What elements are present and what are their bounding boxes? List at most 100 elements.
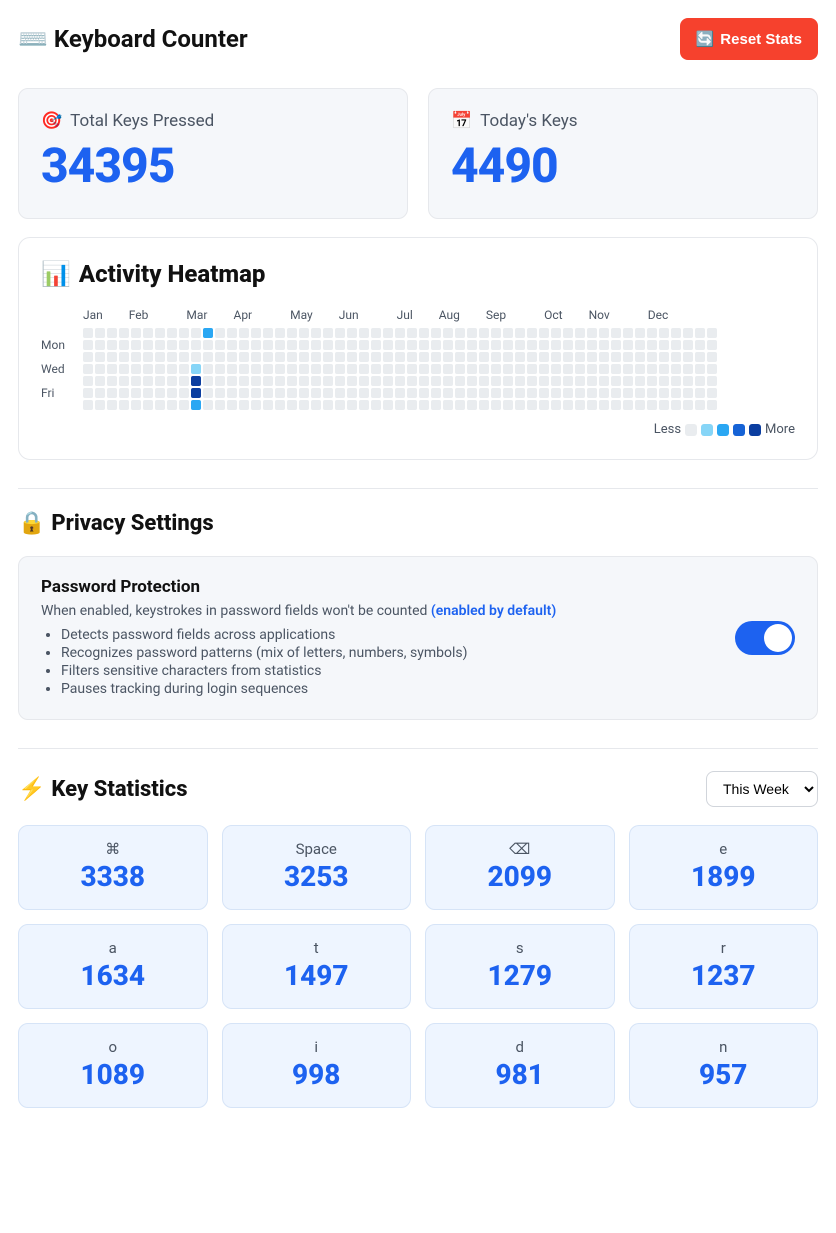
heatmap-cell	[659, 340, 669, 350]
heatmap-cell	[143, 340, 153, 350]
heatmap-cell	[119, 400, 129, 410]
heatmap-day-label: Fri	[41, 388, 83, 398]
heatmap-week	[311, 328, 321, 410]
heatmap-cell	[347, 352, 357, 362]
heatmap-cell	[527, 400, 537, 410]
lock-icon: 🔒	[18, 511, 45, 536]
heatmap-week	[407, 328, 417, 410]
heatmap-cell	[395, 340, 405, 350]
key-name: d	[436, 1038, 604, 1056]
heatmap-cell	[647, 352, 657, 362]
heatmap-cell	[623, 352, 633, 362]
total-keys-label: Total Keys Pressed	[70, 111, 214, 131]
heatmap-cell	[683, 352, 693, 362]
heatmap-cell	[527, 376, 537, 386]
heatmap-cell	[443, 352, 453, 362]
heatmap-cell	[215, 376, 225, 386]
heatmap-cell	[695, 340, 705, 350]
heatmap-cell	[311, 388, 321, 398]
keystats-range-select[interactable]: This Week	[706, 771, 818, 807]
heatmap-cell	[359, 340, 369, 350]
heatmap-cell	[407, 400, 417, 410]
heatmap-cell	[491, 388, 501, 398]
heatmap-cell	[83, 376, 93, 386]
heatmap-cell	[443, 340, 453, 350]
heatmap-cell	[659, 400, 669, 410]
heatmap-cell	[83, 328, 93, 338]
heatmap-cell	[695, 400, 705, 410]
key-count: 1279	[436, 959, 604, 992]
key-count: 1899	[640, 860, 808, 893]
heatmap-cell	[119, 364, 129, 374]
heatmap-cell	[635, 352, 645, 362]
heatmap-cell	[227, 400, 237, 410]
key-card: d981	[425, 1023, 615, 1108]
heatmap-cell	[515, 376, 525, 386]
heatmap-cell	[515, 352, 525, 362]
heatmap-cell	[503, 388, 513, 398]
heatmap-week	[431, 328, 441, 410]
heatmap-cell	[683, 328, 693, 338]
heatmap-week	[419, 328, 429, 410]
heatmap-week	[707, 328, 717, 410]
heatmap-cell	[371, 328, 381, 338]
key-count: 1237	[640, 959, 808, 992]
heatmap-cell	[275, 340, 285, 350]
key-card: e1899	[629, 825, 819, 910]
heatmap-cell	[299, 328, 309, 338]
heatmap-cell	[263, 388, 273, 398]
heatmap-cell	[215, 400, 225, 410]
heatmap-cell	[167, 340, 177, 350]
heatmap-cell	[179, 388, 189, 398]
heatmap-week	[623, 328, 633, 410]
heatmap-cell	[599, 340, 609, 350]
heatmap-cell	[167, 376, 177, 386]
heatmap-cell	[359, 352, 369, 362]
heatmap-cell	[635, 364, 645, 374]
heatmap-cell	[335, 328, 345, 338]
heatmap-cell	[95, 400, 105, 410]
heatmap-cell	[575, 352, 585, 362]
heatmap-cell	[647, 340, 657, 350]
key-card: s1279	[425, 924, 615, 1009]
heatmap-cell	[599, 352, 609, 362]
heatmap-cell	[131, 352, 141, 362]
heatmap-cell	[623, 400, 633, 410]
heatmap-cell	[563, 328, 573, 338]
heatmap-cell	[491, 352, 501, 362]
keystats-title-text: Key Statistics	[51, 777, 187, 802]
heatmap-cell	[83, 388, 93, 398]
privacy-bullet: Recognizes password patterns (mix of let…	[61, 645, 556, 661]
heatmap-cell	[215, 328, 225, 338]
heatmap-cell	[611, 352, 621, 362]
password-protection-toggle[interactable]	[735, 621, 795, 655]
key-name: ⌘	[29, 840, 197, 858]
heatmap-cell	[635, 328, 645, 338]
key-card: ⌫2099	[425, 825, 615, 910]
heatmap-cell	[587, 340, 597, 350]
heatmap-cell	[371, 376, 381, 386]
heatmap-cell	[563, 352, 573, 362]
heatmap-grid	[83, 328, 717, 410]
heatmap-cell	[287, 376, 297, 386]
reset-stats-button[interactable]: 🔄 Reset Stats	[680, 18, 818, 60]
privacy-bullet: Detects password fields across applicati…	[61, 627, 556, 643]
heatmap-cell	[395, 388, 405, 398]
heatmap-week	[575, 328, 585, 410]
heatmap-cell	[275, 400, 285, 410]
heatmap-cell	[407, 352, 417, 362]
heatmap-cell	[395, 364, 405, 374]
heatmap-month-label: Dec	[648, 308, 669, 322]
heatmap-cell	[479, 352, 489, 362]
heatmap-cell	[191, 376, 201, 386]
heatmap-month-label: Feb	[129, 308, 149, 322]
heatmap-cell	[647, 364, 657, 374]
heatmap-day-labels: MonWedFri	[41, 328, 83, 410]
heatmap-cell	[419, 352, 429, 362]
heatmap-cell	[455, 388, 465, 398]
heatmap-cell	[83, 400, 93, 410]
privacy-enabled-tag: (enabled by default)	[431, 603, 556, 619]
heatmap-cell	[155, 364, 165, 374]
heatmap-cell	[479, 364, 489, 374]
heatmap-cell	[311, 340, 321, 350]
